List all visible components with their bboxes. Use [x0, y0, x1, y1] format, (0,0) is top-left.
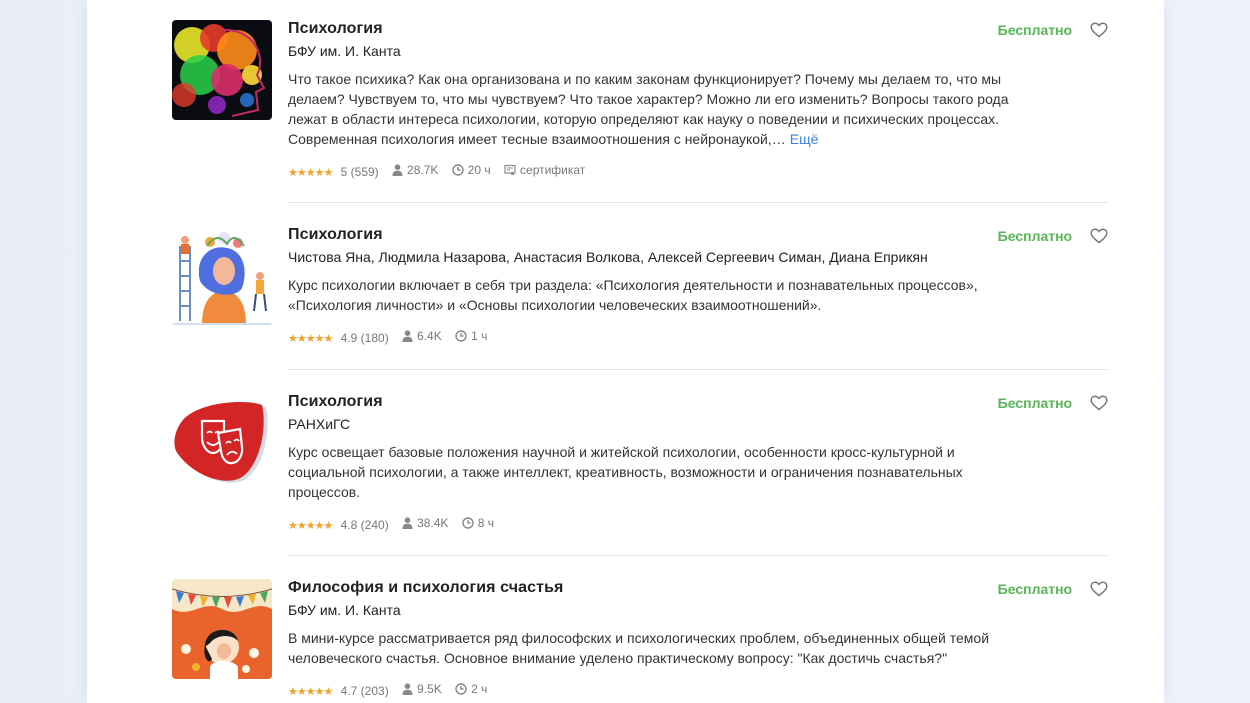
price-label: Бесплатно	[997, 228, 1073, 244]
course-description: В мини-курсе рассматривается ряд философ…	[288, 630, 990, 666]
more-link[interactable]: Ещё	[790, 131, 819, 147]
person-icon	[402, 517, 413, 529]
course-duration: 8 ч	[462, 515, 494, 531]
course-description-text: Что такое психика? Как она организована …	[288, 71, 1009, 147]
heart-icon[interactable]	[1090, 395, 1108, 411]
price-label: Бесплатно	[997, 22, 1073, 38]
course-thumbnail[interactable]	[172, 226, 272, 326]
learners-count: 6.4K	[402, 328, 442, 344]
course-list-panel: Психология БФУ им. И. Канта Что такое пс…	[87, 0, 1164, 703]
price-label: Бесплатно	[997, 581, 1073, 597]
rating-value: 4.8 (240)	[340, 518, 389, 532]
rating-stars: ★★★★★	[288, 167, 333, 179]
rating-stars: ★★★★★	[288, 520, 333, 532]
course-meta: ★★★★★ 4.8 (240) 38.4K 8 ч	[288, 515, 1108, 534]
clock-icon	[452, 164, 464, 176]
course-meta: ★★★★★ 4.9 (180) 6.4K 1 ч	[288, 328, 1108, 347]
course-description: Что такое психика? Как она организована …	[288, 69, 1018, 149]
course-author[interactable]: БФУ им. И. Канта	[288, 601, 1108, 619]
course-duration: 20 ч	[452, 162, 491, 178]
learners-count: 28.7K	[392, 162, 438, 178]
course-duration: 1 ч	[455, 328, 487, 344]
learners-value: 28.7K	[407, 163, 439, 177]
duration-value: 2 ч	[471, 682, 488, 696]
clock-icon	[455, 683, 467, 695]
duration-value: 8 ч	[477, 516, 494, 530]
heart-icon[interactable]	[1090, 228, 1108, 244]
clock-icon	[462, 517, 474, 529]
rating-value: 5 (559)	[340, 165, 379, 179]
course-title[interactable]: Философия и психология счастья	[288, 578, 1108, 598]
learners-value: 6.4K	[417, 329, 442, 343]
price-area: Бесплатно	[998, 20, 1108, 40]
course-meta: ★★★★★ 4.7 (203) 9.5K 2 ч	[288, 681, 1108, 700]
course-thumbnail[interactable]	[172, 393, 272, 493]
certificate-label: сертификат	[520, 163, 586, 177]
rating-value: 4.9 (180)	[340, 331, 389, 345]
price-area: Бесплатно	[998, 579, 1108, 599]
price-area: Бесплатно	[998, 393, 1108, 413]
course-title[interactable]: Психология	[288, 392, 1108, 412]
divider	[288, 555, 1108, 556]
certificate-icon	[504, 164, 516, 176]
learners-count: 38.4K	[402, 515, 448, 531]
heart-icon[interactable]	[1090, 22, 1108, 38]
course-author[interactable]: Чистова Яна, Людмила Назарова, Анастасия…	[288, 248, 1108, 266]
course-thumbnail[interactable]	[172, 579, 272, 679]
clock-icon	[455, 330, 467, 342]
learners-value: 38.4K	[417, 516, 449, 530]
course-title[interactable]: Психология	[288, 225, 1108, 245]
divider	[288, 202, 1108, 203]
price-label: Бесплатно	[997, 395, 1073, 411]
price-area: Бесплатно	[998, 226, 1108, 246]
course-description: Курс психологии включает в себя три разд…	[288, 277, 978, 313]
person-icon	[402, 683, 413, 695]
course-title[interactable]: Психология	[288, 19, 1108, 39]
rating-value: 4.7 (203)	[340, 684, 389, 698]
divider	[288, 369, 1108, 370]
learners-value: 9.5K	[417, 682, 442, 696]
rating-stars: ★★★★★	[288, 333, 333, 345]
person-icon	[392, 164, 403, 176]
course-author[interactable]: РАНХиГС	[288, 415, 1108, 433]
course-duration: 2 ч	[455, 681, 487, 697]
rating-stars: ★★★★★	[288, 686, 333, 698]
course-meta: ★★★★★ 5 (559) 28.7K 20 ч сертификат	[288, 162, 1108, 181]
learners-count: 9.5K	[402, 681, 442, 697]
course-description: Курс освещает базовые положения научной …	[288, 444, 963, 500]
duration-value: 1 ч	[471, 329, 488, 343]
heart-icon[interactable]	[1090, 581, 1108, 597]
person-icon	[402, 330, 413, 342]
course-thumbnail[interactable]	[172, 20, 272, 120]
duration-value: 20 ч	[467, 163, 491, 177]
course-author[interactable]: БФУ им. И. Канта	[288, 42, 1108, 60]
certificate-badge: сертификат	[504, 162, 585, 178]
